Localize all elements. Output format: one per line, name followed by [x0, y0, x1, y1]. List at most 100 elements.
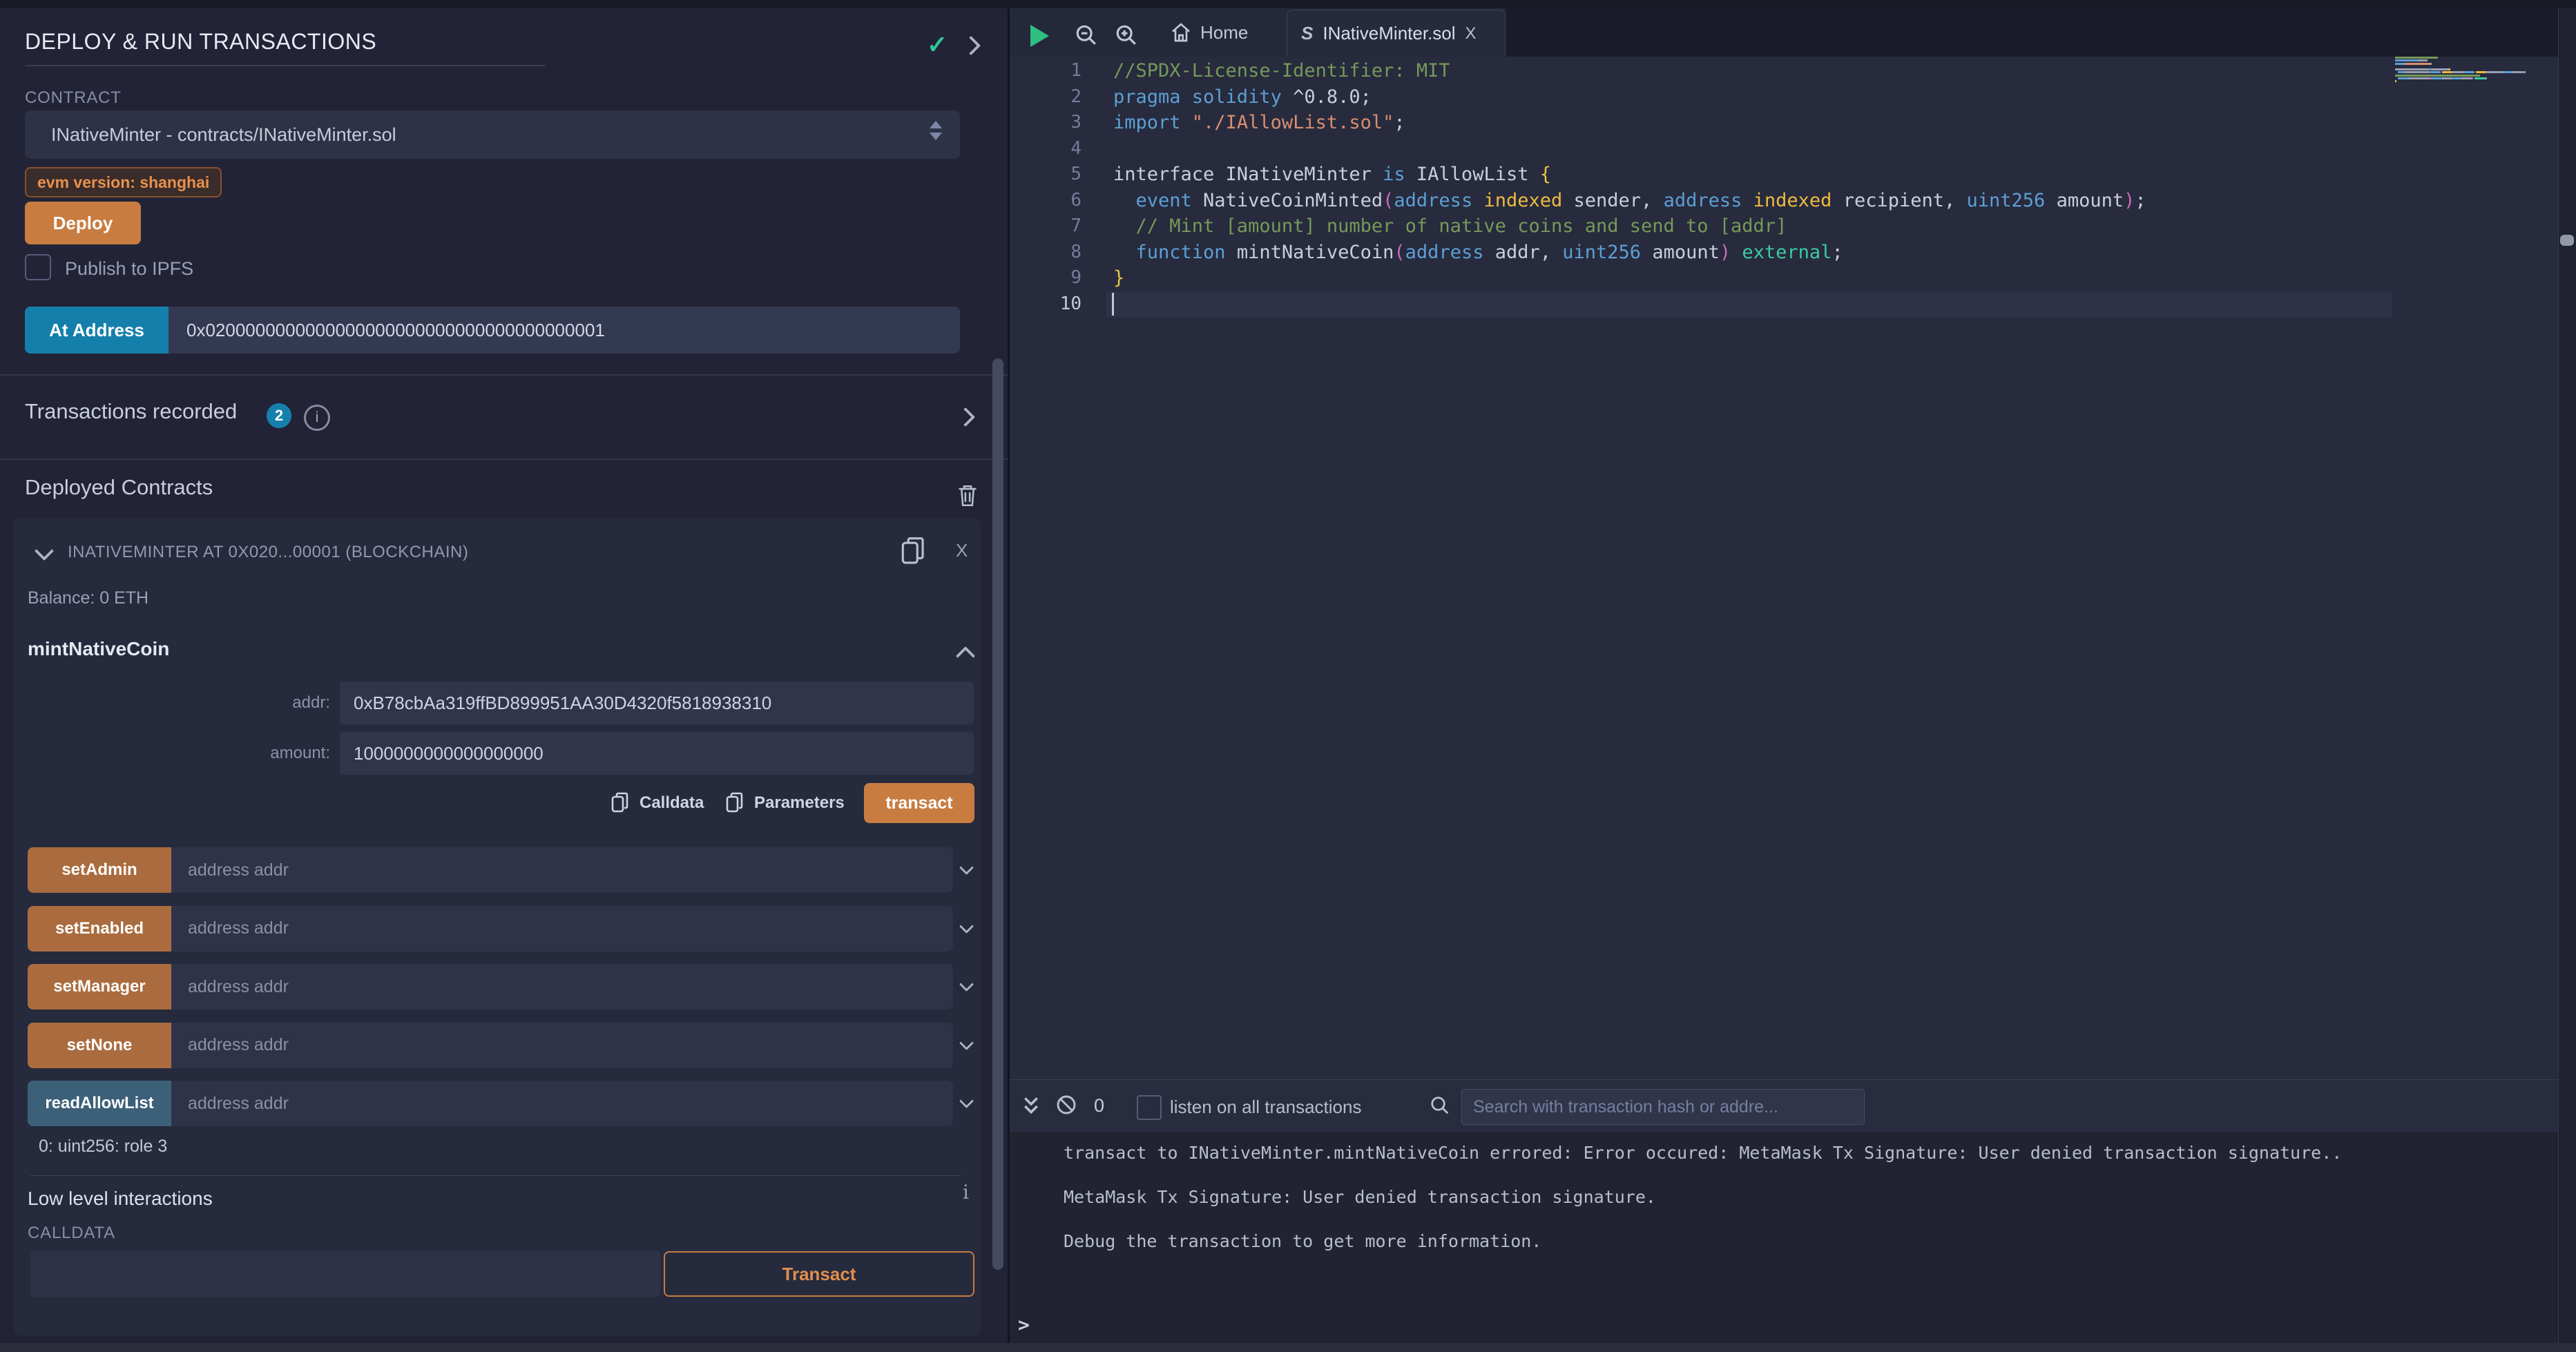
- function-collapse-icon[interactable]: [956, 646, 975, 666]
- panel-scrollbar[interactable]: [992, 358, 1003, 1270]
- low-level-info-icon[interactable]: i: [963, 1181, 969, 1204]
- function-expand-icon-setEnabled[interactable]: [959, 918, 974, 933]
- field-label-addr: addr:: [14, 682, 330, 724]
- publish-ipfs-label: Publish to IPFS: [65, 258, 193, 280]
- at-address-input[interactable]: 0x02000000000000000000000000000000000000…: [169, 307, 960, 354]
- terminal-prompt[interactable]: >: [1018, 1313, 1030, 1336]
- function-expand-icon-setNone[interactable]: [959, 1035, 974, 1050]
- divider: [0, 458, 1008, 460]
- zoom-out-icon[interactable]: [1075, 23, 1098, 50]
- title-underline: [25, 65, 546, 66]
- line-number: 9: [1010, 265, 1082, 291]
- parameters-copy-group[interactable]: Parameters: [727, 783, 845, 823]
- code-line-3: import "./IAllowList.sol";: [1113, 110, 2146, 136]
- editor-minimap[interactable]: [2395, 57, 2533, 86]
- divider: [30, 1175, 961, 1176]
- deploy-button[interactable]: Deploy: [25, 202, 141, 244]
- terminal-logs: transact to INativeMinter.mintNativeCoin…: [1064, 1143, 2342, 1276]
- code-line-7: // Mint [amount] number of native coins …: [1113, 213, 2146, 240]
- terminal-search-input[interactable]: [1461, 1089, 1865, 1125]
- tab-inativeminter[interactable]: S INativeMinter.sol X: [1287, 10, 1506, 57]
- deployed-contracts-label: Deployed Contracts: [25, 475, 213, 500]
- line-number: 4: [1010, 136, 1082, 162]
- function-button-setEnabled[interactable]: setEnabled: [28, 906, 171, 952]
- home-icon: [1170, 21, 1192, 44]
- transactions-info-icon[interactable]: i: [304, 405, 330, 431]
- zoom-in-icon[interactable]: [1115, 23, 1138, 50]
- function-input-setEnabled[interactable]: [171, 906, 953, 952]
- function-expand-icon-readAllowList[interactable]: [959, 1094, 974, 1108]
- text-cursor: [1112, 293, 1114, 316]
- function-button-setNone[interactable]: setNone: [28, 1023, 171, 1068]
- panel-title: DEPLOY & RUN TRANSACTIONS: [25, 29, 376, 55]
- instance-header: INATIVEMINTER AT 0X020...00001 (BLOCKCHA…: [68, 543, 468, 562]
- contract-label: CONTRACT: [25, 88, 122, 108]
- clear-instances-trash-icon[interactable]: [957, 483, 978, 512]
- field-input-addr[interactable]: [340, 682, 974, 724]
- tab-home[interactable]: Home: [1163, 14, 1255, 51]
- pending-tx-count: 0: [1094, 1095, 1104, 1117]
- terminal-toolbar: 0 listen on all transactions: [1010, 1080, 2558, 1132]
- contract-select[interactable]: INativeMinter - contracts/INativeMinter.…: [25, 110, 960, 159]
- copy-icon: [612, 793, 630, 813]
- contract-select-value: INativeMinter - contracts/INativeMinter.…: [51, 124, 396, 146]
- function-input-setManager[interactable]: [171, 964, 953, 1010]
- evm-version-badge: evm version: shanghai: [25, 167, 222, 197]
- low-level-transact-button[interactable]: Transact: [664, 1251, 974, 1297]
- code-line-2: pragma solidity ^0.8.0;: [1113, 84, 2146, 110]
- line-number: 2: [1010, 84, 1082, 110]
- code-line-5: interface INativeMinter is IAllowList {: [1113, 162, 2146, 188]
- at-address-button[interactable]: At Address: [25, 307, 169, 354]
- function-input-setAdmin[interactable]: [171, 847, 953, 893]
- low-level-calldata-label: CALLDATA: [28, 1224, 115, 1243]
- listen-transactions-checkbox[interactable]: [1137, 1095, 1162, 1120]
- function-row-setManager: setManager: [28, 964, 953, 1010]
- transactions-expand-icon[interactable]: [956, 407, 975, 427]
- code-line-6: event NativeCoinMinted(address indexed s…: [1113, 188, 2146, 214]
- remove-instance-icon[interactable]: X: [956, 540, 968, 561]
- low-level-calldata-input[interactable]: [30, 1251, 660, 1297]
- terminal-search-icon: [1430, 1095, 1450, 1119]
- field-input-amount[interactable]: [340, 732, 974, 775]
- terminal: 0 listen on all transactions transact to…: [1010, 1079, 2558, 1343]
- function-input-setNone[interactable]: [171, 1023, 953, 1068]
- expand-terminal-icon[interactable]: [1021, 1095, 1041, 1121]
- tab-inativeminter-label: INativeMinter.sol: [1323, 23, 1455, 44]
- code-line-1: //SPDX-License-Identifier: MIT: [1113, 58, 2146, 84]
- instance-balance: Balance: 0 ETH: [28, 588, 148, 608]
- compiled-check-icon: ✓: [927, 30, 948, 59]
- solidity-icon: S: [1301, 23, 1313, 44]
- editor-tabbar-empty: [1506, 8, 2558, 57]
- function-input-readAllowList[interactable]: [171, 1081, 953, 1126]
- function-expand-icon-setAdmin[interactable]: [959, 860, 974, 875]
- clear-console-ban-icon[interactable]: [1055, 1094, 1077, 1119]
- terminal-log-3: Debug the transaction to get more inform…: [1064, 1232, 2342, 1250]
- instance-collapse-icon[interactable]: [35, 541, 54, 561]
- function-expand-icon-setManager[interactable]: [959, 977, 974, 992]
- tab-close-icon[interactable]: X: [1465, 24, 1477, 44]
- terminal-log-2: MetaMask Tx Signature: User denied trans…: [1064, 1188, 2342, 1206]
- publish-ipfs-checkbox[interactable]: [25, 254, 51, 280]
- function-row-setNone: setNone: [28, 1023, 953, 1068]
- function-button-setAdmin[interactable]: setAdmin: [28, 847, 171, 893]
- code-editor[interactable]: 12345678910 //SPDX-License-Identifier: M…: [1010, 57, 2558, 1079]
- copy-address-icon[interactable]: [902, 537, 925, 565]
- transact-button[interactable]: transact: [864, 783, 974, 823]
- code-line-10: [1113, 291, 2146, 318]
- window-scrollbar-thumb[interactable]: [2560, 235, 2574, 246]
- call-output: 0: uint256: role 3: [39, 1137, 167, 1157]
- window-scrollbar[interactable]: [2558, 8, 2576, 1343]
- tab-home-label: Home: [1200, 22, 1248, 44]
- deploy-run-panel: DEPLOY & RUN TRANSACTIONS ✓ CONTRACT INa…: [0, 8, 1008, 1343]
- function-button-readAllowList[interactable]: readAllowList: [28, 1081, 171, 1126]
- run-script-play-icon[interactable]: [1030, 25, 1049, 47]
- function-button-setManager[interactable]: setManager: [28, 964, 171, 1010]
- line-number-gutter: 12345678910: [1010, 58, 1082, 317]
- divider: [0, 374, 1008, 376]
- line-number: 7: [1010, 213, 1082, 240]
- select-updown-icon: [930, 121, 942, 140]
- listen-transactions-label: listen on all transactions: [1170, 1097, 1361, 1118]
- at-address-row: At Address 0x020000000000000000000000000…: [25, 307, 960, 354]
- calldata-copy-group[interactable]: Calldata: [612, 783, 704, 823]
- collapse-panel-icon[interactable]: [961, 36, 981, 55]
